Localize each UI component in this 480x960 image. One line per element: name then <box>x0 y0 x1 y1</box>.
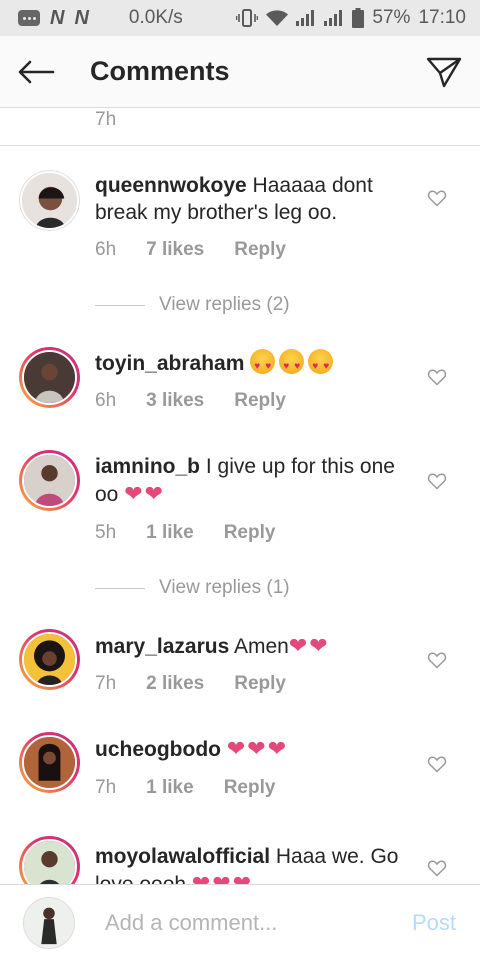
app-bar: Comments <box>0 36 480 108</box>
comment-username[interactable]: iamnino_b <box>95 455 200 478</box>
carrier-n-icon: N <box>50 6 65 29</box>
heart-eyes-emoji <box>250 349 337 380</box>
like-heart-icon[interactable] <box>427 367 447 387</box>
likes-count[interactable]: 3 likes <box>146 390 204 412</box>
caption-timestamp: 7h <box>95 109 117 130</box>
comment-composer: Post <box>0 884 480 960</box>
carrier-n-icon: N <box>74 6 89 29</box>
my-avatar <box>23 896 75 949</box>
avatar[interactable] <box>19 836 80 884</box>
heart-emoji: ❤❤ <box>288 633 330 658</box>
like-heart-icon[interactable] <box>427 650 447 670</box>
comment-time: 7h <box>95 673 117 694</box>
reply-button[interactable]: Reply <box>224 777 276 799</box>
heart-emoji: ❤❤❤ <box>191 871 254 884</box>
comment-username[interactable]: queennwokoye <box>95 174 247 197</box>
reply-button[interactable]: Reply <box>234 390 286 412</box>
comment-username[interactable]: toyin_abraham <box>95 352 244 375</box>
comment-text: Amen <box>233 635 289 658</box>
view-replies-label: View replies (1) <box>159 577 290 598</box>
page-title: Comments <box>90 56 230 86</box>
network-speed: 0.0K/s <box>128 7 183 28</box>
comment-time: 7h <box>95 777 117 798</box>
comment-username[interactable]: moyolawalofficial <box>95 845 270 868</box>
likes-count[interactable]: 1 like <box>146 777 194 799</box>
comment-username[interactable]: mary_lazarus <box>95 635 229 658</box>
comment-username[interactable]: ucheogbodo <box>95 738 221 761</box>
back-button[interactable] <box>0 36 72 108</box>
comment-time: 6h <box>95 239 117 260</box>
divider <box>0 145 480 146</box>
like-heart-icon[interactable] <box>427 188 447 208</box>
comment-time: 5h <box>95 522 117 543</box>
heart-emoji: ❤❤ <box>124 481 166 506</box>
likes-count[interactable]: 1 like <box>146 522 194 544</box>
message-notification-icon <box>18 10 40 26</box>
signal-icon <box>324 10 344 26</box>
likes-count[interactable]: 7 likes <box>146 239 204 261</box>
likes-count[interactable]: 2 likes <box>146 673 204 695</box>
avatar[interactable] <box>19 347 80 408</box>
heart-emoji: ❤❤❤ <box>226 736 289 761</box>
battery-percent: 57% <box>372 7 411 28</box>
avatar[interactable] <box>19 629 80 690</box>
battery-icon <box>352 8 365 28</box>
avatar[interactable] <box>19 170 80 231</box>
divider <box>95 304 145 306</box>
view-replies-button[interactable]: View replies (1) <box>95 577 290 599</box>
avatar[interactable] <box>19 450 80 511</box>
vibrate-icon <box>236 9 259 27</box>
like-heart-icon[interactable] <box>427 858 447 878</box>
reply-button[interactable]: Reply <box>234 673 286 695</box>
comment-input[interactable] <box>105 909 395 936</box>
avatar[interactable] <box>19 732 80 793</box>
comment-list[interactable]: 7h queennwokoye Haaaaa dont break my bro… <box>0 109 480 884</box>
signal-icon <box>296 10 316 26</box>
like-heart-icon[interactable] <box>427 754 447 774</box>
back-arrow-icon <box>18 60 55 83</box>
status-bar: N N 0.0K/s 57% 17:10 <box>0 0 480 36</box>
reply-button[interactable]: Reply <box>224 522 276 544</box>
divider <box>95 587 145 589</box>
post-button[interactable]: Post <box>412 910 456 936</box>
view-replies-label: View replies (2) <box>159 294 290 315</box>
like-heart-icon[interactable] <box>427 471 447 491</box>
comment-time: 6h <box>95 390 117 411</box>
view-replies-button[interactable]: View replies (2) <box>95 294 290 316</box>
clock: 17:10 <box>418 7 466 28</box>
reply-button[interactable]: Reply <box>234 239 286 261</box>
send-icon <box>426 57 462 87</box>
share-button[interactable] <box>408 36 480 108</box>
wifi-icon <box>266 9 289 27</box>
